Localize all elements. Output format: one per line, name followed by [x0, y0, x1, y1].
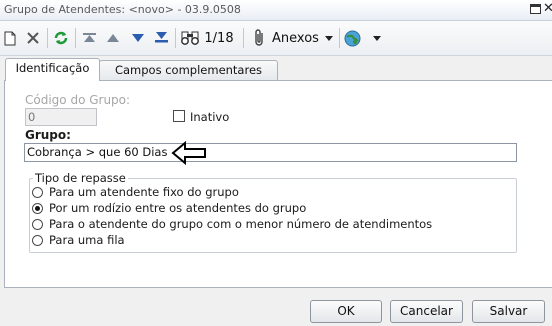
- group-code-label: Código do Grupo:: [25, 93, 131, 107]
- inactive-label: Inativo: [190, 110, 230, 124]
- radio-label: Para o atendente do grupo com o menor nú…: [49, 217, 433, 231]
- radio-option-rodizio[interactable]: Por um rodízio entre os atendentes do gr…: [32, 201, 306, 215]
- attachments-button[interactable]: Anexos: [272, 27, 319, 49]
- ok-button[interactable]: OK: [310, 300, 382, 323]
- restore-icon[interactable]: [530, 4, 541, 14]
- radio-button[interactable]: [32, 186, 43, 198]
- tab-identificacao[interactable]: Identificação: [5, 58, 100, 81]
- radio-option-fixo[interactable]: Para um atendente fixo do grupo: [32, 185, 239, 199]
- radio-button[interactable]: [32, 202, 43, 214]
- radio-label: Por um rodízio entre os atendentes do gr…: [49, 201, 307, 215]
- repasse-legend: Tipo de repasse: [33, 171, 128, 185]
- radio-option-fila[interactable]: Para uma fila: [32, 233, 125, 247]
- toolbar-separator: [47, 28, 48, 48]
- group-name-field[interactable]: Cobrança > que 60 Dias: [24, 143, 517, 162]
- toolbar: 1/18 Anexos: [0, 21, 552, 56]
- new-icon[interactable]: [2, 27, 18, 49]
- dropdown-icon[interactable]: [322, 27, 336, 49]
- tab-campos-complementares[interactable]: Campos complementares: [99, 60, 278, 80]
- globe-icon[interactable]: [343, 27, 361, 49]
- delete-icon[interactable]: [24, 27, 42, 49]
- arrow-icon: [171, 141, 206, 165]
- record-counter: 1/18: [204, 30, 234, 46]
- first-record-icon[interactable]: [81, 27, 97, 49]
- save-button[interactable]: Salvar: [472, 300, 545, 323]
- refresh-icon[interactable]: [52, 27, 70, 49]
- radio-button[interactable]: [32, 234, 43, 246]
- search-icon[interactable]: [180, 27, 200, 49]
- toolbar-separator: [243, 28, 244, 48]
- group-code-field: 0: [25, 108, 97, 126]
- close-icon[interactable]: ✕: [543, 1, 552, 17]
- radio-label: Para um atendente fixo do grupo: [49, 185, 239, 199]
- title-bar: Grupo de Atendentes: <novo> - 03.9.0508 …: [0, 0, 552, 21]
- last-record-icon[interactable]: [153, 27, 169, 49]
- radio-label: Para uma fila: [49, 233, 125, 247]
- tab-strip: Identificação Campos complementares: [0, 58, 552, 81]
- toolbar-separator: [75, 28, 76, 48]
- toolbar-separator: [175, 28, 176, 48]
- group-label: Grupo:: [25, 128, 71, 142]
- inactive-checkbox[interactable]: [173, 110, 185, 122]
- next-record-icon[interactable]: [130, 27, 146, 49]
- radio-option-menor-numero[interactable]: Para o atendente do grupo com o menor nú…: [32, 217, 432, 231]
- window-title: Grupo de Atendentes: <novo> - 03.9.0508: [4, 3, 241, 16]
- previous-record-icon[interactable]: [105, 27, 121, 49]
- dropdown-icon[interactable]: [370, 27, 384, 49]
- cancel-button[interactable]: Cancelar: [390, 300, 463, 323]
- attachment-icon[interactable]: [252, 27, 268, 49]
- toolbar-separator: [339, 28, 340, 48]
- radio-button[interactable]: [32, 218, 43, 230]
